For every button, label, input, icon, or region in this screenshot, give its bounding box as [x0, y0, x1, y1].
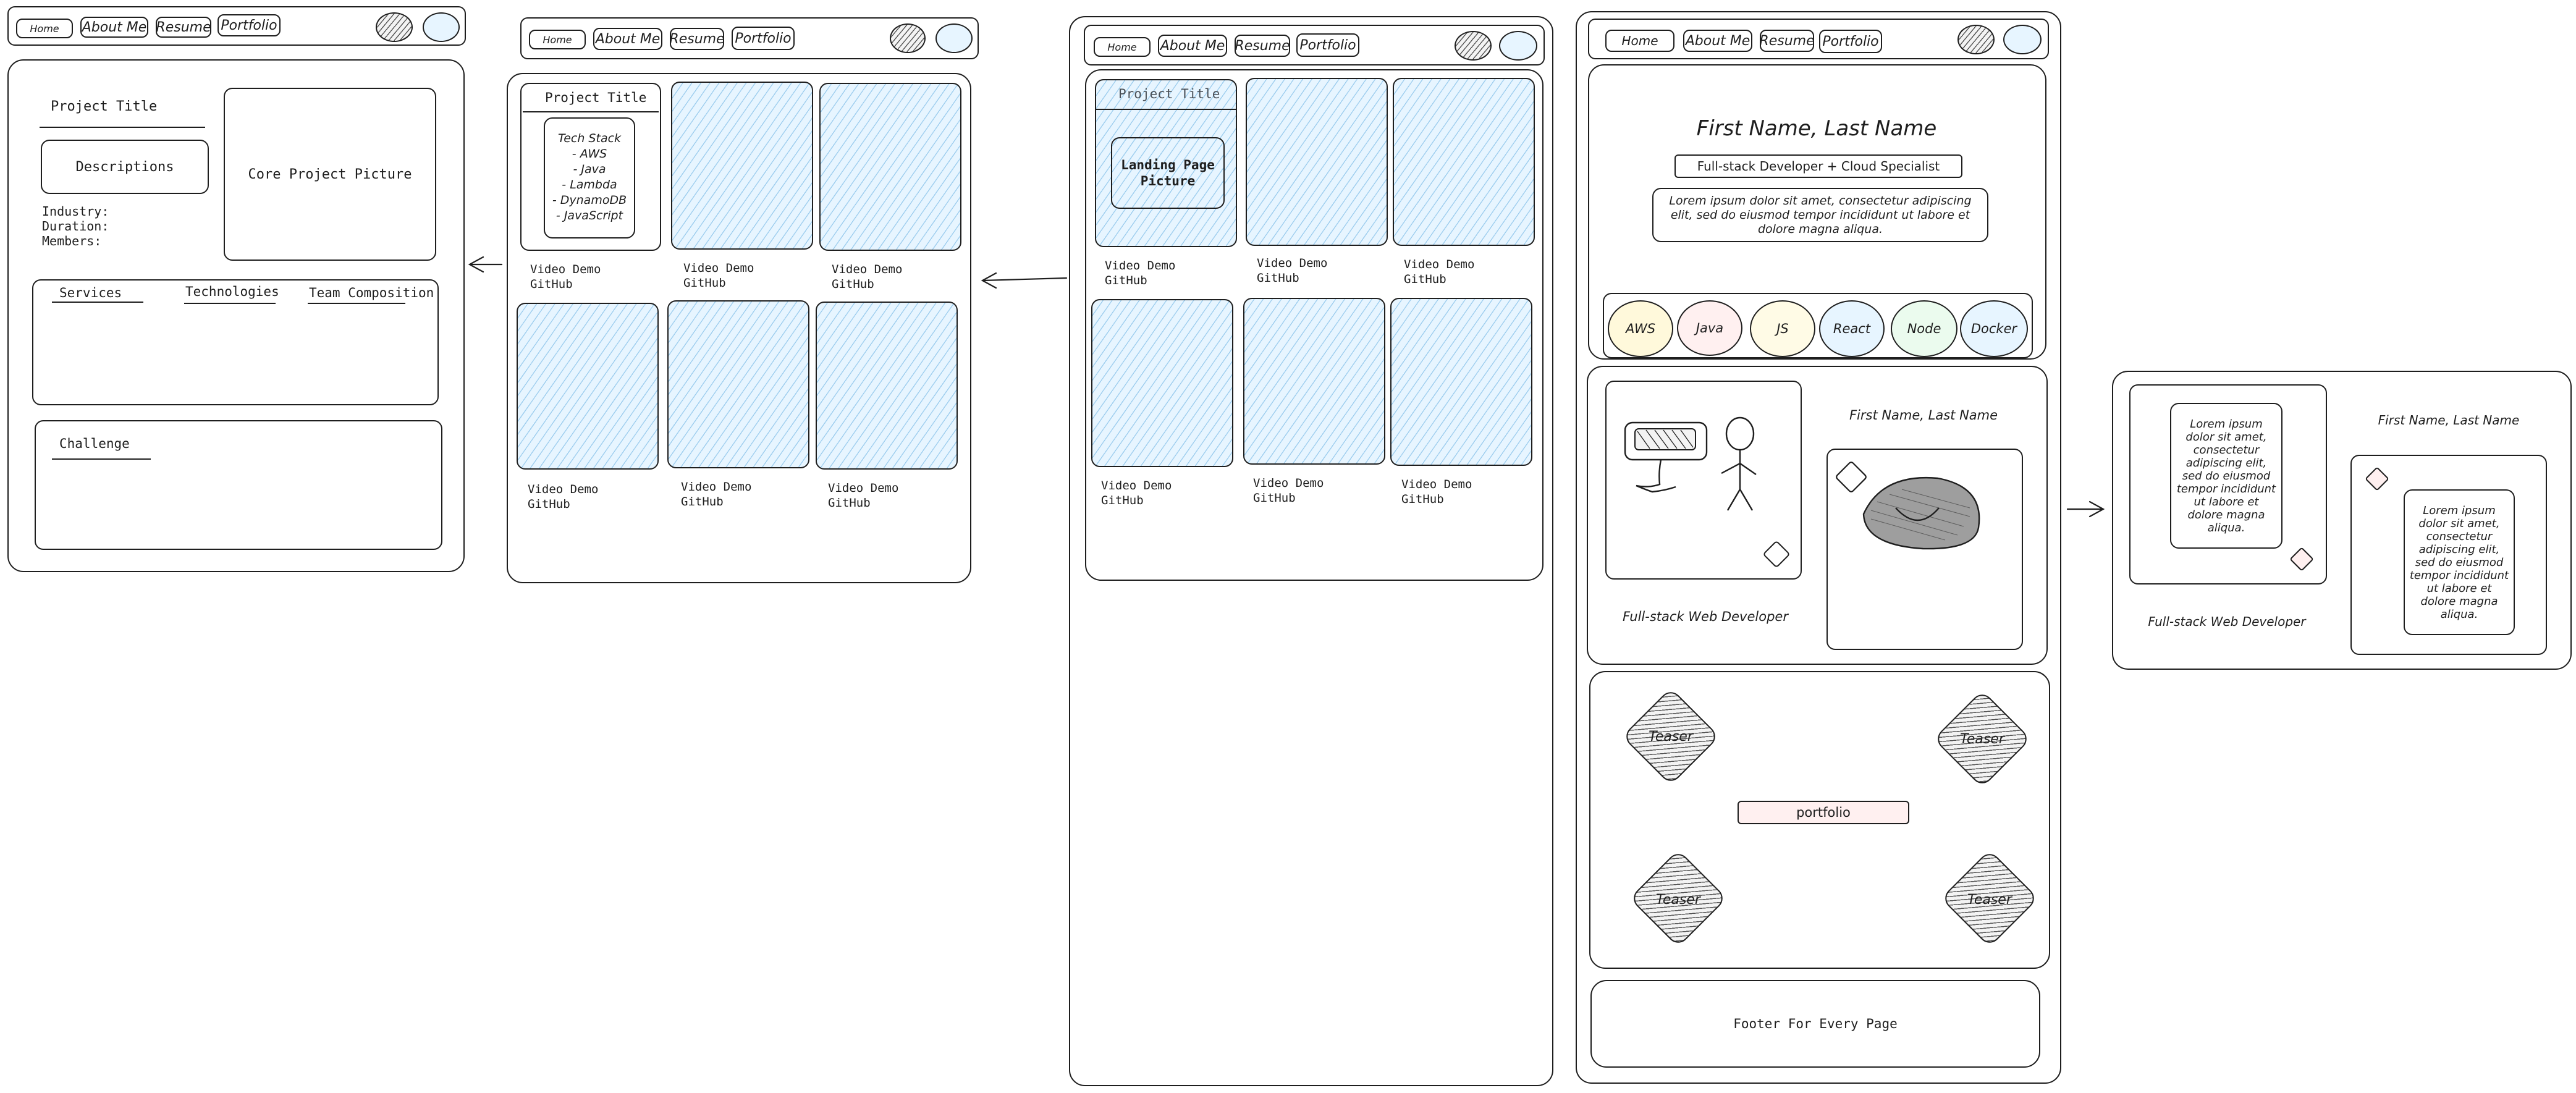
- arrow-left-icon: [981, 272, 1068, 289]
- arrow-left-icon: [468, 256, 503, 273]
- flow-arrows: [468, 256, 2105, 518]
- arrow-right-icon: [2066, 500, 2105, 518]
